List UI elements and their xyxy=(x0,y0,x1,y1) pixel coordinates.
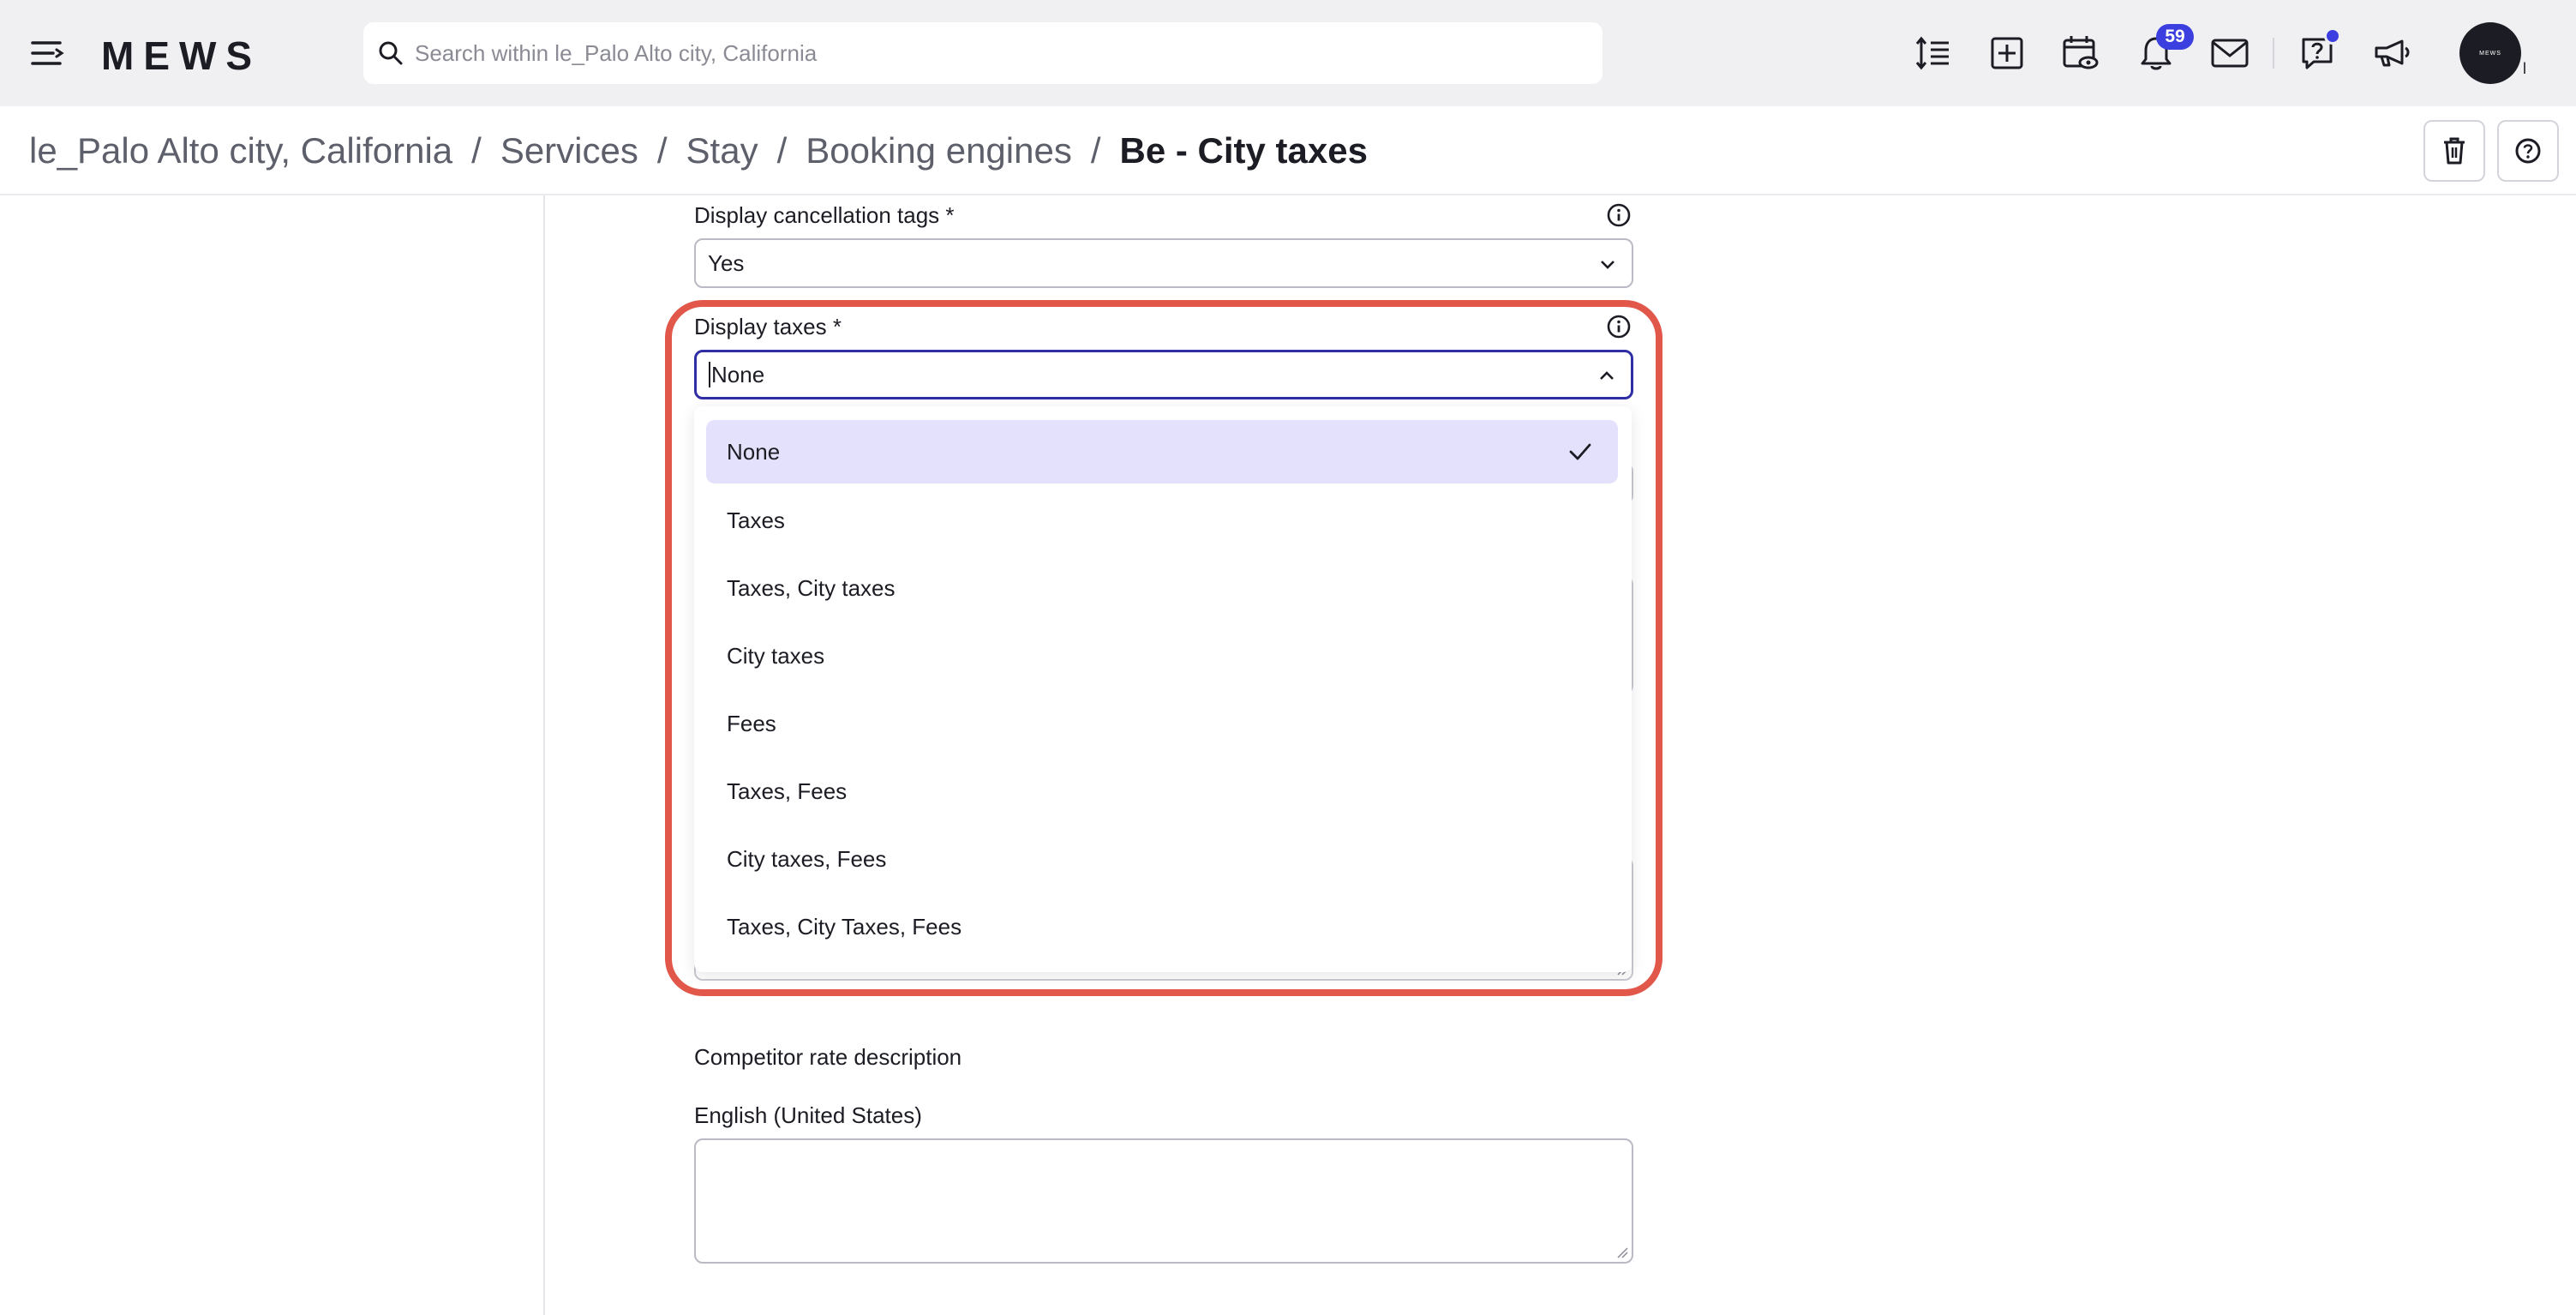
display-taxes-value: None xyxy=(711,361,765,387)
question-circle-icon xyxy=(2515,138,2541,164)
page-title: Be - City taxes xyxy=(1119,130,1368,171)
breadcrumb-stay[interactable]: Stay xyxy=(686,130,758,171)
cancellation-tags-label: Display cancellation tags * xyxy=(694,202,955,228)
resize-handle-icon[interactable] xyxy=(1616,1246,1628,1258)
chevron-up-icon xyxy=(1600,371,1614,380)
avatar-caret: l xyxy=(2523,60,2526,77)
cancellation-tags-value: Yes xyxy=(708,249,745,276)
help-unread-dot xyxy=(2324,27,2341,45)
option-none[interactable]: None xyxy=(706,420,1618,483)
option-label: Taxes, Fees xyxy=(727,778,848,804)
option-label: Taxes, City Taxes, Fees xyxy=(727,913,962,940)
breadcrumb-booking-engines[interactable]: Booking engines xyxy=(806,130,1072,171)
search-box[interactable] xyxy=(363,22,1603,84)
check-icon xyxy=(1569,443,1591,460)
search-icon xyxy=(379,41,403,65)
trash-icon xyxy=(2444,137,2465,165)
breadcrumb-bar: le_Palo Alto city, California / Services / S… xyxy=(0,106,2576,195)
option-label: Fees xyxy=(727,710,776,736)
toolbar-divider xyxy=(2273,38,2274,69)
menu-icon[interactable] xyxy=(29,36,67,70)
option-city-taxes-fees[interactable]: City taxes, Fees xyxy=(706,827,1618,891)
option-taxes-city-taxes[interactable]: Taxes, City taxes xyxy=(706,556,1618,620)
mews-logo[interactable]: MEWS xyxy=(101,33,261,79)
notification-badge: 59 xyxy=(2156,24,2194,50)
help-button[interactable] xyxy=(2497,120,2559,182)
breadcrumb-separator: / xyxy=(656,130,668,171)
breadcrumb-separator: / xyxy=(471,130,482,171)
option-label: City taxes xyxy=(727,642,825,669)
option-label: Taxes, City taxes xyxy=(727,574,896,601)
option-label: Taxes xyxy=(727,507,785,533)
cancellation-tags-select[interactable]: Yes xyxy=(694,238,1633,288)
sidebar-divider xyxy=(543,195,545,1315)
competitor-section-label: Competitor rate description xyxy=(694,1044,962,1070)
option-label: None xyxy=(727,438,781,465)
display-taxes-select[interactable]: None xyxy=(694,350,1633,399)
search-input[interactable] xyxy=(415,22,1580,84)
mail-icon[interactable] xyxy=(2208,31,2252,75)
delete-button[interactable] xyxy=(2423,120,2485,182)
option-city-taxes[interactable]: City taxes xyxy=(706,624,1618,688)
option-taxes[interactable]: Taxes xyxy=(706,489,1618,552)
option-taxes-city-taxes-fees[interactable]: Taxes, City Taxes, Fees xyxy=(706,895,1618,958)
chevron-down-icon xyxy=(1601,261,1614,269)
option-taxes-fees[interactable]: Taxes, Fees xyxy=(706,760,1618,823)
breadcrumb-enterprise[interactable]: le_Palo Alto city, California xyxy=(29,130,452,171)
add-icon[interactable] xyxy=(1985,31,2029,75)
calendar-view-icon[interactable] xyxy=(2058,31,2103,75)
top-bar: MEWS Search within le_Palo Alto city, Ca… xyxy=(0,0,2576,106)
info-icon[interactable] xyxy=(1606,314,1632,339)
display-taxes-label: Display taxes * xyxy=(694,314,842,339)
display-taxes-dropdown: None Taxes Taxes, City taxes City taxes … xyxy=(694,406,1632,972)
option-fees[interactable]: Fees xyxy=(706,692,1618,755)
user-avatar[interactable]: MEWS xyxy=(2459,22,2521,84)
line-spacing-icon[interactable] xyxy=(1911,31,1956,75)
info-icon[interactable] xyxy=(1606,202,1632,228)
megaphone-icon[interactable] xyxy=(2370,31,2415,75)
option-label: City taxes, Fees xyxy=(727,845,887,872)
competitor-language-label: English (United States) xyxy=(694,1102,922,1128)
text-cursor xyxy=(709,362,710,387)
breadcrumb: le_Palo Alto city, California / Services / S… xyxy=(29,130,1368,171)
competitor-description-textarea[interactable] xyxy=(694,1138,1633,1264)
breadcrumb-services[interactable]: Services xyxy=(500,130,638,171)
breadcrumb-separator: / xyxy=(1090,130,1101,171)
breadcrumb-separator: / xyxy=(776,130,788,171)
